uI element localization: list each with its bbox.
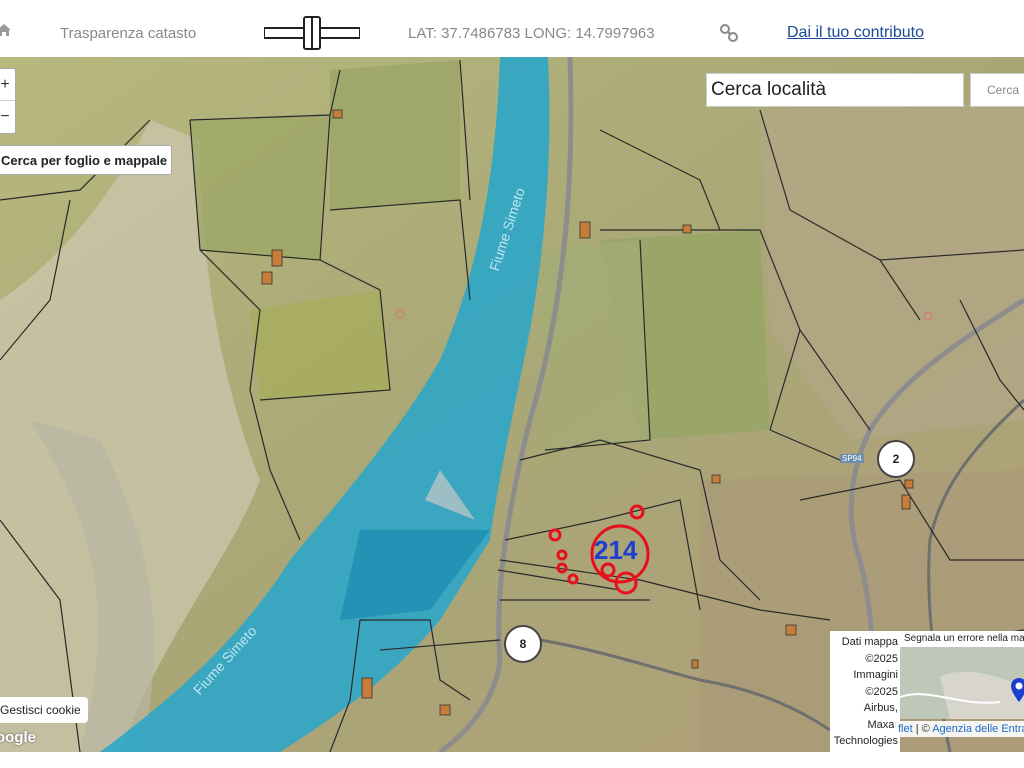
report-error-link[interactable]: Segnala un errore nella mappa bbox=[900, 631, 1024, 647]
attribution-line: Dati mappa bbox=[841, 636, 898, 648]
attribution-line: Airbus, bbox=[863, 702, 898, 714]
road-marker-2[interactable]: 2 bbox=[877, 440, 915, 478]
home-icon[interactable] bbox=[0, 22, 12, 38]
map-pin-icon[interactable] bbox=[1010, 677, 1024, 703]
search-parcel-button[interactable]: Cerca per foglio e mappale bbox=[0, 145, 172, 175]
attribution-line: ©2025 bbox=[865, 652, 898, 665]
inset-map[interactable] bbox=[900, 647, 1024, 719]
zoom-in-button[interactable]: + bbox=[0, 69, 15, 101]
google-logo: oogle bbox=[0, 729, 36, 746]
leaflet-link[interactable]: flet bbox=[898, 723, 913, 735]
attribution-line: Technologies bbox=[833, 735, 898, 747]
agency-link[interactable]: Agenzia delle Entrate bbox=[932, 723, 1024, 735]
top-toolbar: Trasparenza catasto LAT: 37.7486783 LONG… bbox=[0, 0, 1024, 57]
bottom-strip bbox=[0, 752, 1024, 768]
link-icon[interactable] bbox=[718, 22, 740, 44]
contribute-link[interactable]: Dai il tuo contributo bbox=[787, 24, 924, 42]
location-search-button[interactable]: Cerca bbox=[970, 73, 1024, 107]
transparency-label: Trasparenza catasto bbox=[60, 25, 197, 42]
leaflet-separator: | © bbox=[912, 723, 933, 735]
coordinates-readout: LAT: 37.7486783 LONG: 14.7997963 bbox=[408, 25, 655, 42]
attribution-line: ©2025 bbox=[865, 685, 898, 698]
leaflet-attribution: flet | © Agenzia delle Entrate bbox=[894, 721, 1024, 737]
zoom-control: + − bbox=[0, 68, 16, 134]
inset-map-imagery bbox=[900, 647, 1024, 719]
parcel-number-label[interactable]: 214 bbox=[594, 535, 637, 566]
transparency-slider[interactable] bbox=[264, 16, 360, 50]
attribution-line: Maxar bbox=[867, 718, 898, 731]
zoom-out-button[interactable]: − bbox=[0, 101, 15, 132]
location-search-input[interactable]: Cerca località bbox=[706, 73, 964, 107]
road-marker-2-label: 2 bbox=[892, 452, 900, 466]
road-tag: SP94 bbox=[840, 454, 864, 463]
road-marker-8-label: 8 bbox=[519, 637, 527, 651]
road-marker-8[interactable]: 8 bbox=[504, 625, 542, 663]
map-attribution: Dati mappa ©2025 Immagini ©2025 Airbus, … bbox=[830, 631, 900, 752]
attribution-line: Immagini bbox=[853, 669, 898, 681]
manage-cookies-button[interactable]: Gestisci cookie bbox=[0, 697, 88, 723]
